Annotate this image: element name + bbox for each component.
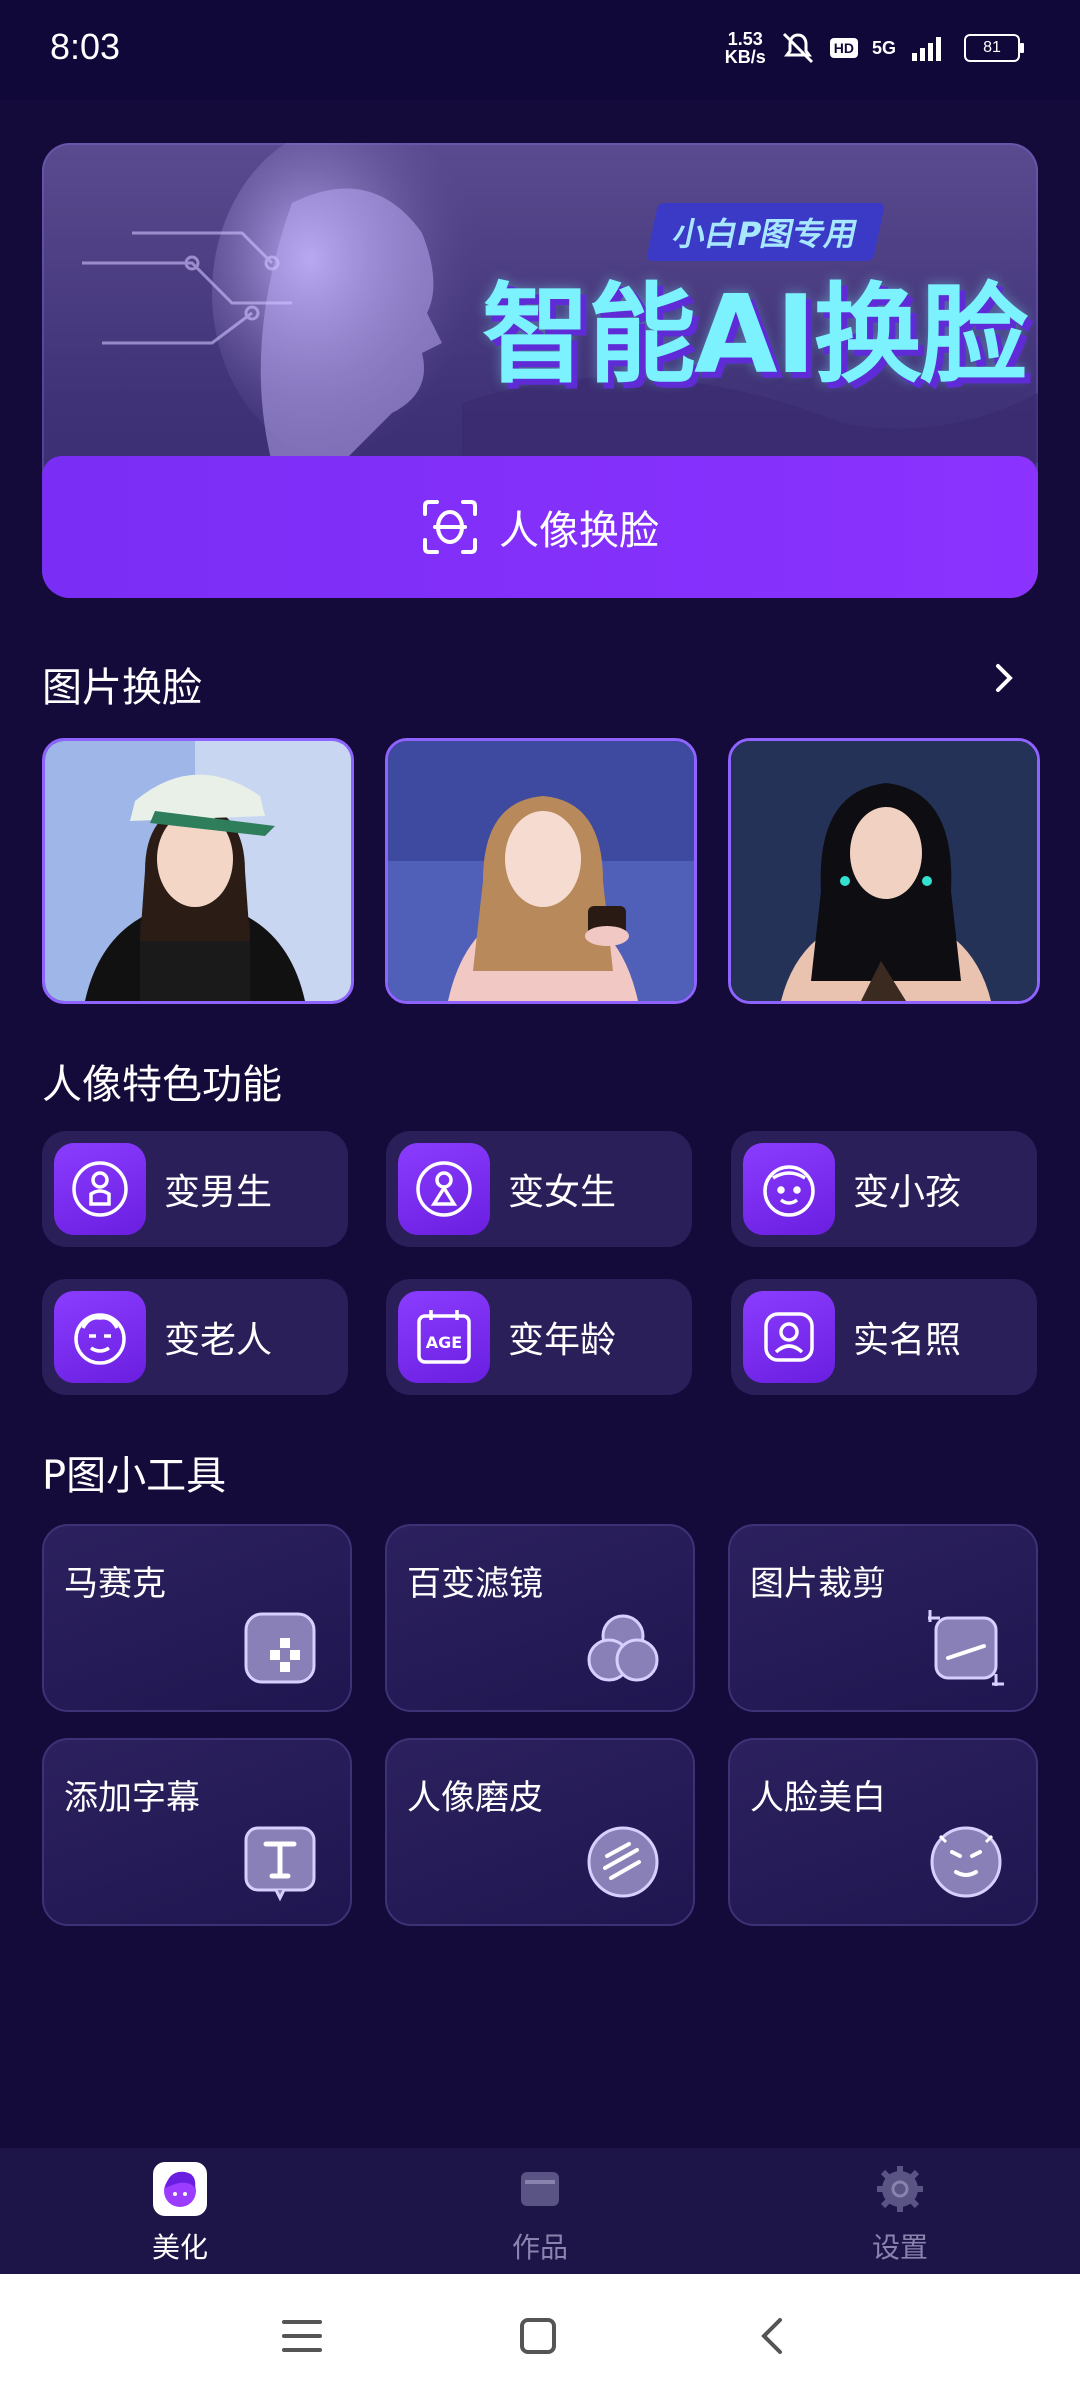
signal-icon bbox=[912, 37, 941, 61]
sample-photo-2[interactable] bbox=[385, 738, 697, 1004]
portrait-features-title: 人像特色功能 bbox=[42, 1062, 282, 1108]
feature-to-male[interactable]: 变男生 bbox=[42, 1131, 348, 1247]
feature-change-age[interactable]: AGE 变年龄 bbox=[386, 1279, 692, 1395]
tool-label: 人脸美白 bbox=[750, 1778, 886, 1818]
network-speed: 1.53 KB/s bbox=[724, 29, 766, 67]
tool-crop[interactable]: 图片裁剪 bbox=[728, 1524, 1038, 1712]
crop-icon bbox=[928, 1610, 1004, 1686]
feature-label: 变老人 bbox=[164, 1320, 273, 1361]
tool-mosaic[interactable]: 马赛克 bbox=[42, 1524, 352, 1712]
ai-face-swap-banner[interactable]: 小白P图专用 智能AI换脸 人像换脸 bbox=[42, 143, 1038, 598]
tool-label: 马赛克 bbox=[64, 1564, 166, 1604]
tool-label: 添加字幕 bbox=[64, 1778, 200, 1818]
svg-text:AGE: AGE bbox=[426, 1333, 462, 1352]
p-tools-title: P图小工具 bbox=[42, 1453, 227, 1499]
tab-label: 作品 bbox=[511, 2231, 568, 2264]
home-icon[interactable] bbox=[518, 2316, 558, 2356]
battery-indicator: 81 bbox=[964, 34, 1024, 62]
tab-settings[interactable]: 设置 bbox=[800, 2162, 1000, 2266]
whitening-icon bbox=[930, 1826, 1002, 1898]
tool-add-subtitle[interactable]: 添加字幕 bbox=[42, 1738, 352, 1926]
id-photo-icon bbox=[743, 1291, 835, 1383]
age-calendar-icon: AGE bbox=[398, 1291, 490, 1383]
tool-face-whitening[interactable]: 人脸美白 bbox=[728, 1738, 1038, 1926]
tab-label: 美化 bbox=[151, 2231, 208, 2264]
back-icon[interactable] bbox=[752, 2316, 792, 2356]
tab-label: 设置 bbox=[871, 2231, 928, 2264]
portrait-image bbox=[731, 741, 1037, 1001]
mosaic-icon bbox=[244, 1612, 316, 1684]
hd-badge: HD bbox=[829, 38, 858, 58]
feature-label: 变年龄 bbox=[508, 1320, 617, 1361]
sample-photo-3[interactable] bbox=[728, 738, 1040, 1004]
sample-photo-1[interactable] bbox=[42, 738, 354, 1004]
smooth-skin-icon bbox=[587, 1826, 659, 1898]
works-icon bbox=[521, 2172, 559, 2206]
gear-icon bbox=[877, 2166, 923, 2212]
portrait-face-swap-label: 人像换脸 bbox=[499, 508, 659, 554]
filter-icon bbox=[587, 1614, 659, 1682]
menu-icon[interactable] bbox=[280, 2316, 324, 2356]
status-icons: 1.53 KB/s HD 5G 81 bbox=[724, 29, 1024, 67]
tool-filter[interactable]: 百变滤镜 bbox=[385, 1524, 695, 1712]
portrait-face-swap-button[interactable]: 人像换脸 bbox=[42, 456, 1038, 598]
feature-label: 实名照 bbox=[853, 1320, 962, 1361]
status-time: 8:03 bbox=[50, 26, 121, 67]
system-navigation-bar bbox=[0, 2274, 1080, 2400]
feature-to-elder[interactable]: 变老人 bbox=[42, 1279, 348, 1395]
tool-label: 人像磨皮 bbox=[407, 1778, 543, 1818]
tool-label: 图片裁剪 bbox=[750, 1564, 886, 1604]
feature-id-photo[interactable]: 实名照 bbox=[731, 1279, 1037, 1395]
banner-title: 智能AI换脸 bbox=[482, 273, 1028, 398]
child-face-icon bbox=[743, 1143, 835, 1235]
elder-face-icon bbox=[54, 1291, 146, 1383]
bottom-tab-bar: 美化 作品 设置 bbox=[0, 2148, 1080, 2274]
status-bar: 8:03 1.53 KB/s HD 5G 81 bbox=[0, 0, 1080, 100]
tab-beautify[interactable]: 美化 bbox=[80, 2162, 280, 2266]
female-icon bbox=[398, 1143, 490, 1235]
text-icon bbox=[244, 1826, 316, 1902]
feature-label: 变女生 bbox=[508, 1172, 617, 1213]
portrait-image bbox=[388, 741, 694, 1001]
mute-icon bbox=[782, 32, 813, 64]
network-type: 5G bbox=[871, 37, 896, 58]
feature-label: 变小孩 bbox=[853, 1172, 962, 1213]
photo-face-swap-title: 图片换脸 bbox=[42, 665, 202, 711]
male-icon bbox=[54, 1143, 146, 1235]
face-scan-icon bbox=[423, 500, 477, 554]
beautify-icon bbox=[153, 2162, 207, 2216]
feature-to-female[interactable]: 变女生 bbox=[386, 1131, 692, 1247]
tool-skin-smoothing[interactable]: 人像磨皮 bbox=[385, 1738, 695, 1926]
tool-label: 百变滤镜 bbox=[407, 1564, 543, 1604]
feature-label: 变男生 bbox=[164, 1172, 273, 1213]
portrait-image bbox=[45, 741, 351, 1001]
chevron-right-icon[interactable] bbox=[990, 658, 1020, 698]
tab-works[interactable]: 作品 bbox=[440, 2162, 640, 2266]
feature-to-child[interactable]: 变小孩 bbox=[731, 1131, 1037, 1247]
